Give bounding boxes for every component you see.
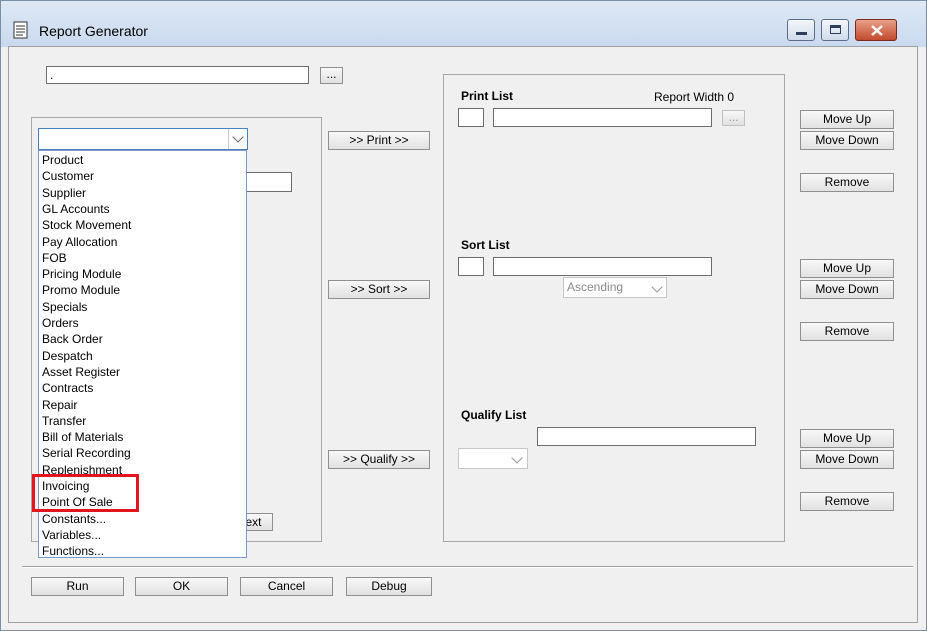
window-title: Report Generator [39, 23, 148, 39]
report-path-input[interactable]: . [46, 66, 309, 84]
qualify-operator-select[interactable] [458, 448, 528, 469]
dropdown-item-contracts[interactable]: Contracts [42, 380, 93, 396]
dropdown-item-variables[interactable]: Variables... [42, 527, 101, 543]
dropdown-item-stock-movement[interactable]: Stock Movement [42, 217, 131, 233]
qualify-move-up-button[interactable]: Move Up [800, 429, 894, 448]
sort-move-up-button[interactable]: Move Up [800, 259, 894, 278]
print-move-up-button[interactable]: Move Up [800, 110, 894, 129]
dropdown-item-promo-module[interactable]: Promo Module [42, 282, 120, 298]
sort-move-down-button[interactable]: Move Down [800, 280, 894, 299]
minimize-icon [796, 32, 807, 35]
cancel-button[interactable]: Cancel [240, 577, 333, 596]
qualify-list-field[interactable] [537, 427, 756, 446]
chevron-down-icon [511, 452, 523, 464]
qualify-remove-button[interactable]: Remove [800, 492, 894, 511]
print-list-field[interactable] [493, 108, 712, 127]
dropdown-item-product[interactable]: Product [42, 152, 83, 168]
close-icon [871, 25, 883, 36]
dropdown-item-supplier[interactable]: Supplier [42, 185, 86, 201]
dropdown-item-fob[interactable]: FOB [42, 250, 67, 266]
dropdown-item-despatch[interactable]: Despatch [42, 348, 93, 364]
close-button[interactable] [855, 19, 897, 41]
dropdown-item-orders[interactable]: Orders [42, 315, 79, 331]
ok-button[interactable]: OK [135, 577, 228, 596]
run-button[interactable]: Run [31, 577, 124, 596]
maximize-icon [830, 25, 841, 34]
dropdown-item-constants[interactable]: Constants... [42, 511, 106, 527]
add-to-qualify-button[interactable]: >> Qualify >> [328, 450, 430, 469]
dropdown-item-repair[interactable]: Repair [42, 397, 77, 413]
dropdown-item-asset-register[interactable]: Asset Register [42, 364, 120, 380]
minimize-button[interactable] [787, 19, 815, 41]
print-list-label: Print List [461, 89, 514, 103]
print-list-browse-button[interactable]: ... [722, 110, 745, 126]
dropdown-item-gl-accounts[interactable]: GL Accounts [42, 201, 110, 217]
print-list-index-field[interactable] [458, 108, 484, 127]
hidden-field[interactable] [246, 172, 292, 192]
maximize-button[interactable] [821, 19, 849, 41]
sort-order-value: Ascending [567, 280, 624, 294]
dropdown-item-functions[interactable]: Functions... [42, 543, 104, 559]
dropdown-item-transfer[interactable]: Transfer [42, 413, 86, 429]
sort-order-select[interactable]: Ascending [563, 277, 667, 298]
dropdown-item-serial-recording[interactable]: Serial Recording [42, 445, 131, 461]
debug-button[interactable]: Debug [346, 577, 432, 596]
report-document-icon [13, 21, 28, 39]
add-to-sort-button[interactable]: >> Sort >> [328, 280, 430, 299]
dropdown-item-back-order[interactable]: Back Order [42, 331, 103, 347]
sort-list-label: Sort List [461, 238, 510, 252]
dropdown-item-bill-of-materials[interactable]: Bill of Materials [42, 429, 123, 445]
qualify-list-label: Qualify List [461, 408, 527, 422]
add-to-print-button[interactable]: >> Print >> [328, 131, 430, 150]
highlight-box [32, 474, 139, 512]
print-remove-button[interactable]: Remove [800, 173, 894, 192]
report-path-value: . [50, 68, 54, 82]
combo-dropdown-button[interactable] [228, 129, 247, 149]
chevron-down-icon [651, 281, 663, 293]
print-move-down-button[interactable]: Move Down [800, 131, 894, 150]
title-bar[interactable]: Report Generator [1, 1, 926, 47]
dropdown-item-pricing-module[interactable]: Pricing Module [42, 266, 121, 282]
dropdown-item-specials[interactable]: Specials [42, 299, 87, 315]
sort-list-field[interactable] [493, 257, 712, 276]
source-combo[interactable] [38, 128, 248, 150]
chevron-down-icon [232, 131, 244, 143]
sort-list-index-field[interactable] [458, 257, 484, 276]
report-browse-button[interactable]: ... [320, 67, 343, 84]
report-width-label: Report Width 0 [654, 90, 735, 104]
lists-group-box [443, 74, 785, 542]
qualify-move-down-button[interactable]: Move Down [800, 450, 894, 469]
dropdown-item-pay-allocation[interactable]: Pay Allocation [42, 234, 117, 250]
bottom-separator [22, 566, 913, 568]
dropdown-item-customer[interactable]: Customer [42, 168, 94, 184]
sort-remove-button[interactable]: Remove [800, 322, 894, 341]
